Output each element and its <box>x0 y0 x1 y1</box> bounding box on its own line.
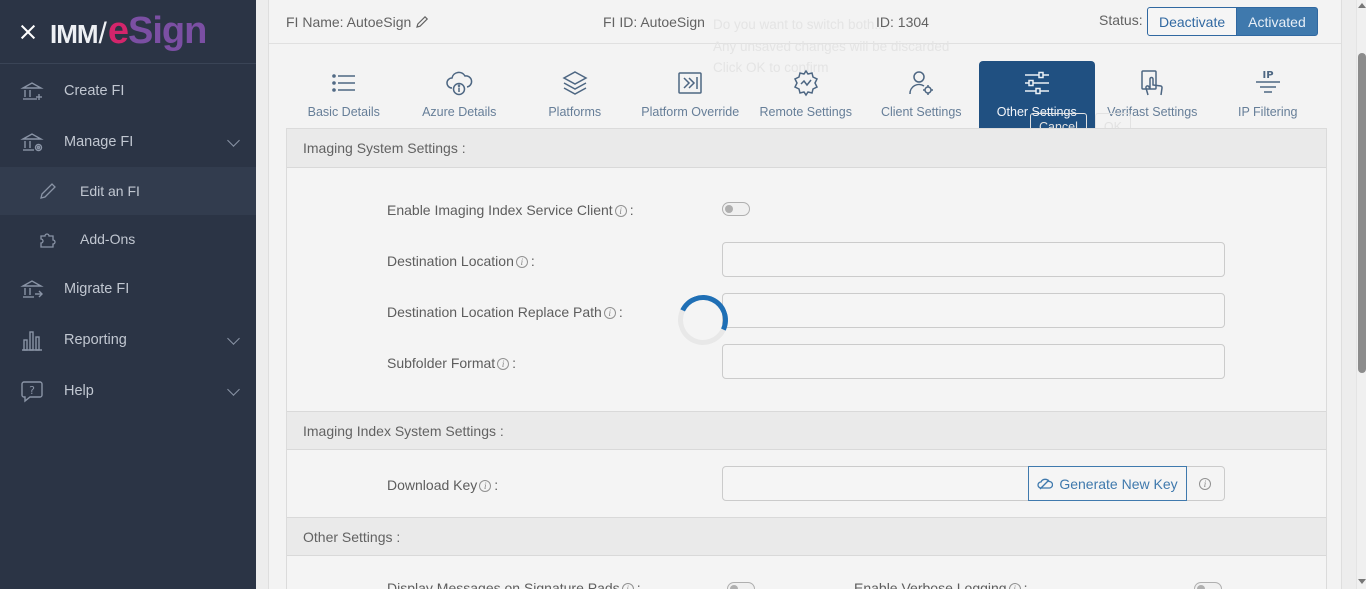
loading-overlay <box>256 0 1356 589</box>
sidebar-item-label: Add-Ons <box>80 231 136 247</box>
sidebar-item-edit-fi[interactable]: Edit an FI <box>0 167 256 215</box>
sidebar-item-label: Manage FI <box>64 133 134 150</box>
bank-gear-icon <box>20 132 44 151</box>
sidebar-item-migrate-fi[interactable]: Migrate FI <box>0 263 256 314</box>
sidebar-item-label: Help <box>64 382 94 399</box>
sidebar-item-manage-fi[interactable]: Manage FI <box>0 116 256 167</box>
pencil-icon <box>40 183 56 199</box>
puzzle-icon <box>40 233 56 248</box>
sidebar-header: IMM / e Sign <box>0 0 256 64</box>
scroll-down-arrow-icon[interactable] <box>1358 579 1366 584</box>
sidebar-item-add-ons[interactable]: Add-Ons <box>0 215 256 263</box>
bank-plus-icon <box>20 81 44 100</box>
svg-text:?: ? <box>29 384 35 397</box>
sidebar-item-label: Reporting <box>64 331 127 348</box>
question-bubble-icon: ? <box>21 380 43 402</box>
sidebar: IMM / e Sign Create FI Manage FI Edit an… <box>0 0 256 589</box>
sidebar-item-create-fi[interactable]: Create FI <box>0 65 256 116</box>
page-scrollbar[interactable] <box>1356 0 1366 589</box>
bar-chart-icon <box>22 330 42 351</box>
scroll-thumb[interactable] <box>1358 53 1366 373</box>
chevron-down-icon <box>227 332 240 345</box>
sidebar-item-label: Edit an FI <box>80 183 140 199</box>
bank-arrow-icon <box>20 279 44 298</box>
sidebar-item-label: Migrate FI <box>64 280 130 297</box>
sidebar-item-help[interactable]: ? Help <box>0 365 256 416</box>
chevron-down-icon <box>227 134 240 147</box>
logo: IMM / e Sign <box>50 10 207 52</box>
sidebar-item-reporting[interactable]: Reporting <box>0 314 256 365</box>
sidebar-item-label: Create FI <box>64 82 125 99</box>
scroll-up-arrow-icon[interactable] <box>1358 3 1366 8</box>
close-icon[interactable] <box>18 22 38 42</box>
chevron-down-icon <box>227 383 240 396</box>
